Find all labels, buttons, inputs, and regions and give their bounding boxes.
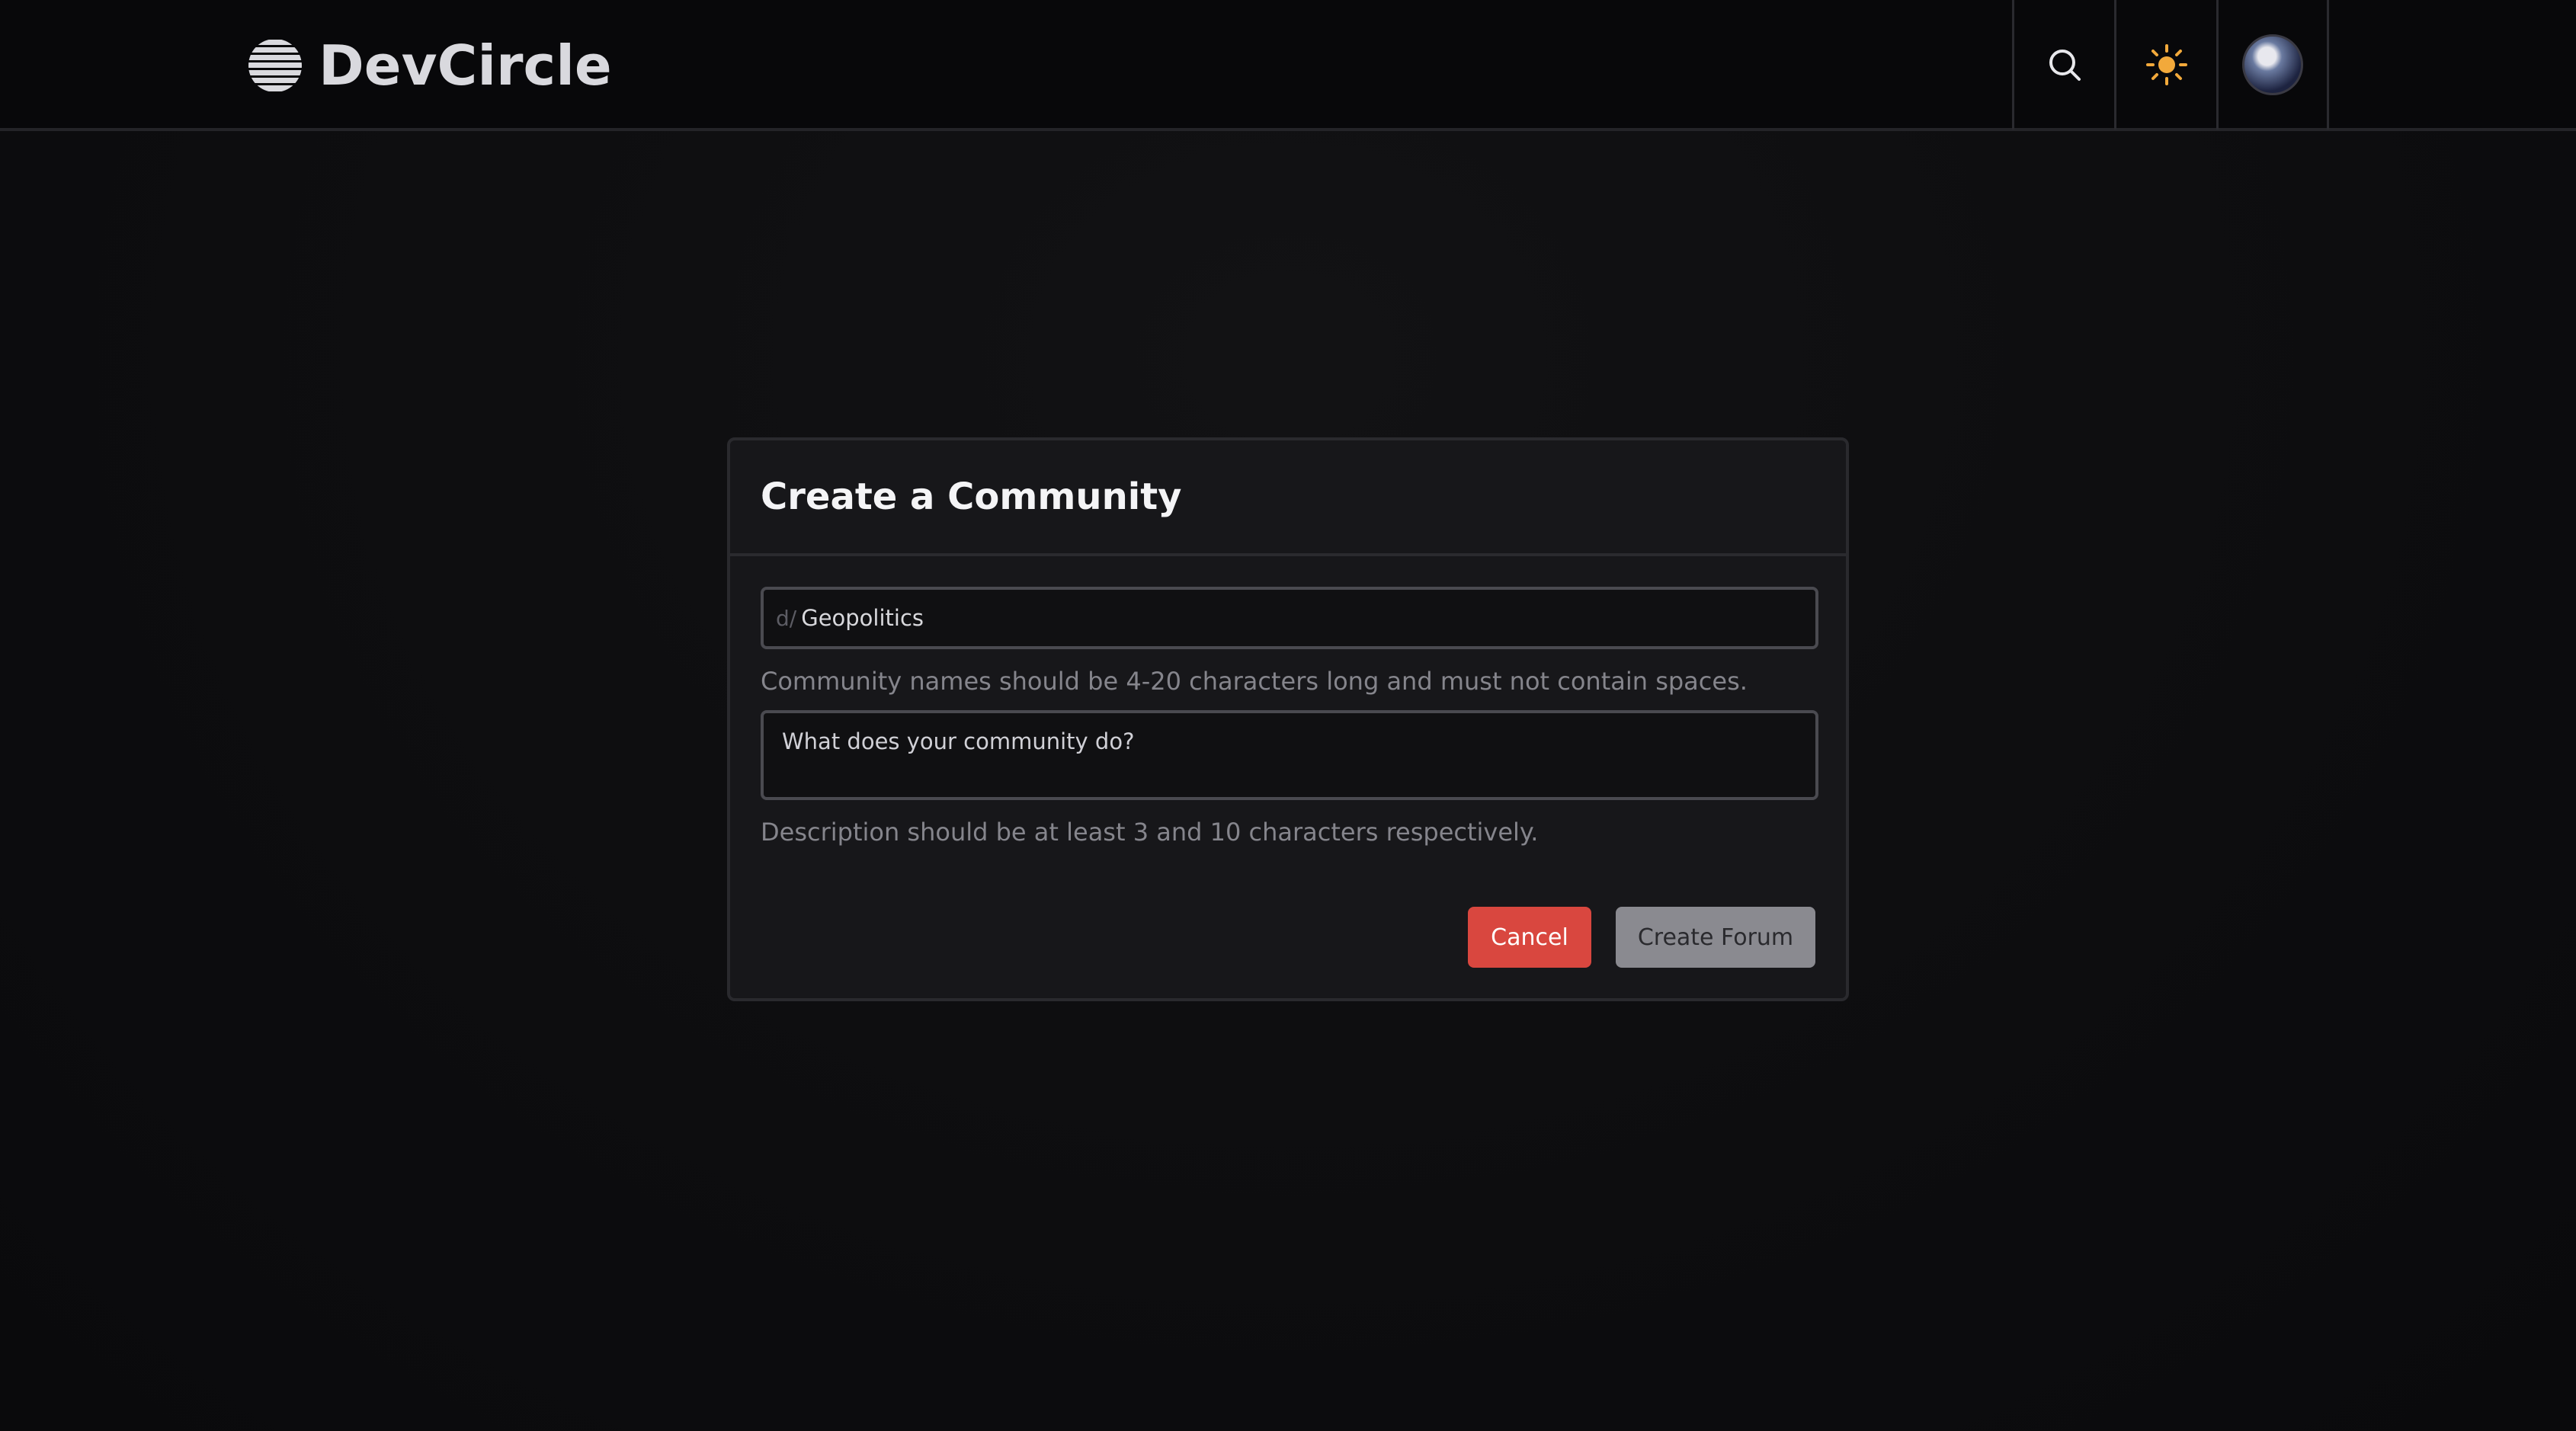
- dialog-body: d/ Community names should be 4-20 charac…: [730, 556, 1846, 847]
- community-prefix: d/: [776, 605, 797, 631]
- brand-name: DevCircle: [319, 34, 612, 98]
- create-forum-button[interactable]: Create Forum: [1616, 907, 1815, 968]
- create-community-dialog: Create a Community d/ Community names sh…: [727, 437, 1849, 1001]
- avatar: [2242, 34, 2303, 95]
- brand[interactable]: DevCircle: [247, 34, 612, 98]
- community-name-hint: Community names should be 4-20 character…: [761, 667, 1748, 696]
- dialog-header: Create a Community: [730, 440, 1846, 556]
- top-navigation-bar: DevCircle: [0, 0, 2576, 131]
- cancel-button[interactable]: Cancel: [1468, 907, 1591, 968]
- theme-toggle-button[interactable]: [2114, 0, 2216, 130]
- search-icon: [2049, 50, 2081, 81]
- description-field[interactable]: [761, 710, 1818, 800]
- striped-globe-icon: [248, 40, 302, 91]
- community-name-input[interactable]: [801, 605, 1815, 631]
- sun-icon: [2145, 44, 2187, 85]
- dialog-actions: Cancel Create Forum: [1468, 907, 1815, 968]
- community-name-field[interactable]: d/: [761, 587, 1818, 649]
- dialog-title: Create a Community: [761, 475, 1182, 518]
- user-menu-button[interactable]: [2216, 0, 2329, 130]
- description-hint: Description should be at least 3 and 10 …: [761, 818, 1539, 847]
- description-input[interactable]: [782, 728, 1797, 782]
- search-button[interactable]: [2012, 0, 2114, 130]
